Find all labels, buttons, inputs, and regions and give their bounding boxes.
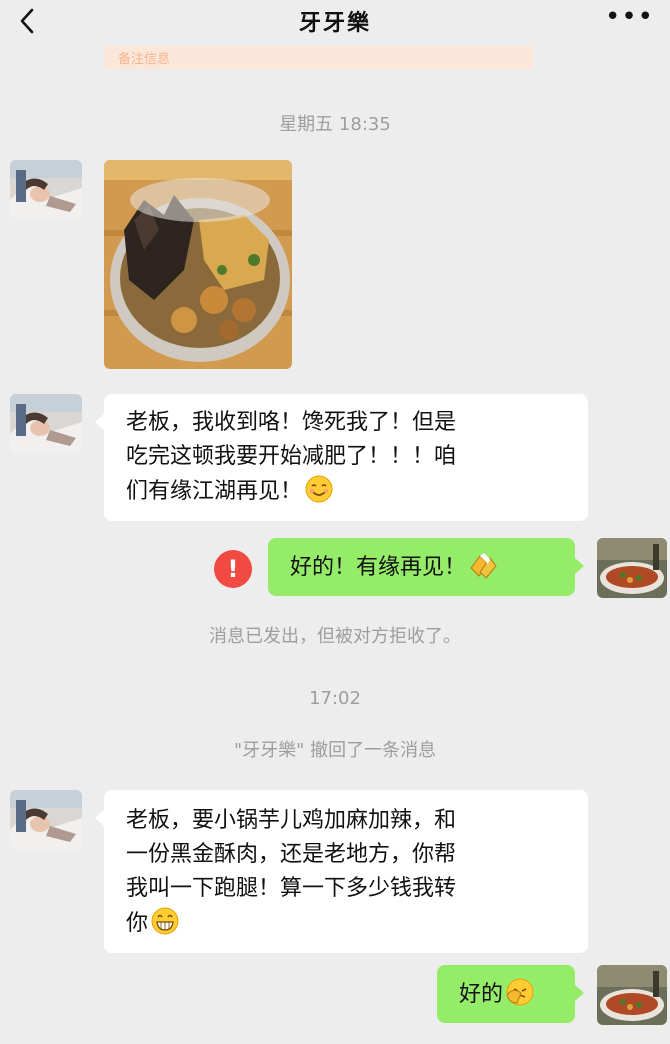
rejected-notice: 消息已发出，但被对方拒收了。 [209,626,461,647]
incoming-message[interactable]: 老板，我收到咯！馋死我了！但是 吃完这顿我要开始减肥了！！！咱 们有缘江湖再见！ [95,394,588,521]
message-text: 好的 [459,982,504,1007]
more-dots-icon[interactable]: ••• [605,2,654,32]
incoming-message[interactable]: 老板，要小锅芋儿鸡加麻加辣，和 一份黑金酥肉，还是老地方，你帮 我叫一下跑腿！算… [95,790,588,953]
message-line: 老板，要小锅芋儿鸡加麻加辣，和 [126,808,457,833]
food-photo[interactable] [104,160,292,369]
message-line: 老板，我收到咯！馋死我了！但是 [126,410,457,435]
timestamp: 17:02 [309,688,361,709]
recall-notice: "牙牙樂" 撤回了一条消息 [233,740,437,761]
facepalm-emoji-icon [506,978,534,1006]
message-line: 吃完这顿我要开始减肥了！！！咱 [126,444,457,469]
my-avatar[interactable] [597,965,667,1025]
message-line: 一份黑金酥肉，还是老地方，你帮 [126,842,457,867]
outgoing-message[interactable]: 好的！有缘再见！ [268,538,584,596]
smile-emoji-icon [305,475,333,503]
beer-cheers-emoji-icon [470,553,497,579]
message-line: 你 [126,911,149,936]
exclamation-icon[interactable]: ! [214,550,252,588]
grin-emoji-icon [151,907,179,935]
message-line: 我叫一下跑腿！算一下多少钱我转 [126,876,457,901]
message-line: 们有缘江湖再见！ [126,479,303,504]
outgoing-message[interactable]: 好的 [437,965,584,1023]
contact-avatar[interactable] [10,790,82,850]
message-text: 好的！有缘再见！ [290,555,467,580]
chat-title: 牙牙樂 [298,11,371,36]
timestamp: 星期五 18:35 [279,114,391,135]
contact-avatar[interactable] [10,160,82,220]
notice-banner[interactable]: 备注信息 [104,46,534,70]
top-bar: 牙牙樂 ••• [0,0,670,46]
my-avatar[interactable] [597,538,667,598]
contact-avatar[interactable] [10,394,82,454]
notice-banner-text: 备注信息 [118,52,171,67]
